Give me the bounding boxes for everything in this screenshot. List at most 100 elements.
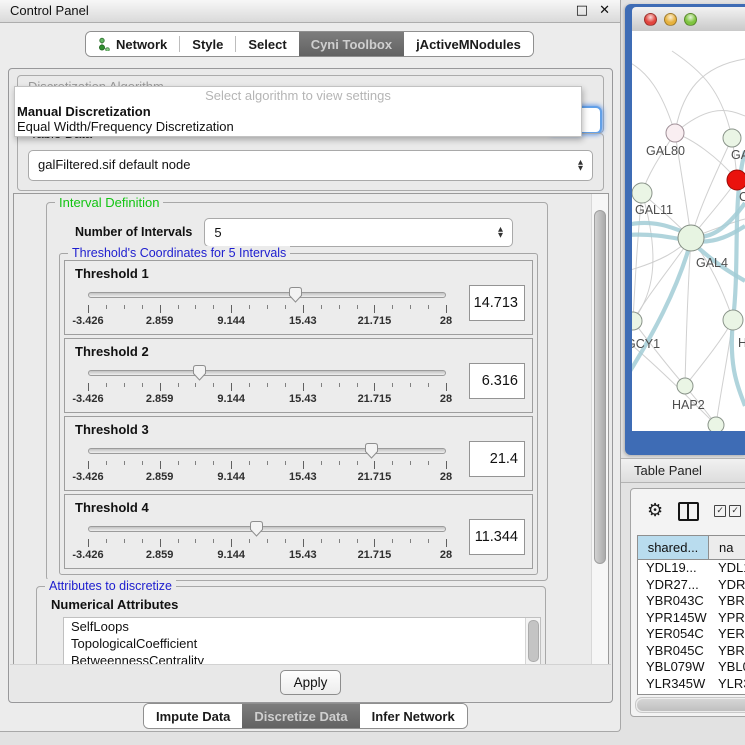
tick-mark xyxy=(321,383,322,387)
network-node-ga[interactable] xyxy=(723,129,741,147)
network-node-h[interactable] xyxy=(723,310,743,330)
tick-mark xyxy=(88,383,89,391)
tab-cyni-toolbox[interactable]: Cyni Toolbox xyxy=(299,32,404,56)
table-row[interactable]: YBR043CYBR0 xyxy=(638,593,745,610)
table-row[interactable]: YDL19...YDL1 xyxy=(638,560,745,577)
threshold-slider[interactable]: -3.4262.8599.14415.4321.71528 xyxy=(74,519,460,565)
attribute-item[interactable]: SelfLoops xyxy=(64,618,540,635)
network-edge xyxy=(672,51,732,138)
tick-label: 15.43 xyxy=(289,549,317,561)
tick-mark xyxy=(428,305,429,309)
checkbox-icon[interactable]: ✓ xyxy=(729,505,741,517)
thresholds-group-title: Threshold's Coordinates for 5 Intervals xyxy=(68,246,290,260)
columns-icon[interactable] xyxy=(678,502,699,521)
tick-mark xyxy=(285,305,286,309)
tick-mark xyxy=(446,461,447,469)
attributes-scrollbar[interactable] xyxy=(525,618,540,665)
table-hscrollbar-thumb[interactable] xyxy=(637,699,745,711)
network-node-hap2[interactable] xyxy=(677,378,693,394)
table-row[interactable]: YLR345WYLR3 xyxy=(638,676,745,693)
table-row[interactable]: YDR27...YDR2 xyxy=(638,577,745,594)
gear-icon[interactable]: ⚙ xyxy=(647,502,663,520)
tick-mark xyxy=(303,461,304,469)
network-canvas[interactable]: GAL80GACGAL11GAL4GCY1HHAP2 xyxy=(632,31,745,431)
network-node-gal11[interactable] xyxy=(632,183,652,203)
table-cell: YER054C xyxy=(638,626,708,643)
network-edge xyxy=(633,238,691,321)
tab-infer-network[interactable]: Infer Network xyxy=(360,704,467,728)
tab-discretize-data[interactable]: Discretize Data xyxy=(242,704,359,728)
attribute-item[interactable]: TopologicalCoefficient xyxy=(64,635,540,652)
table-column-header-shared[interactable]: shared... xyxy=(638,536,709,559)
network-node-gcy1[interactable] xyxy=(632,312,642,330)
network-node-gal4[interactable] xyxy=(678,225,704,251)
float-window-icon[interactable]: □ xyxy=(576,0,588,22)
tab-impute-data[interactable]: Impute Data xyxy=(144,704,242,728)
network-node-label: GAL4 xyxy=(696,256,728,270)
network-node[interactable] xyxy=(708,417,724,431)
network-node-c[interactable] xyxy=(727,170,745,190)
tab-network[interactable]: Network xyxy=(86,32,179,56)
number-of-intervals-combobox[interactable]: 5 ▲▼ xyxy=(204,218,513,247)
tick-mark xyxy=(267,383,268,387)
tick-mark xyxy=(249,461,250,465)
threshold-label: Threshold 4 xyxy=(75,500,149,515)
tick-mark xyxy=(285,461,286,465)
mac-zoom-button[interactable] xyxy=(684,13,697,26)
tick-mark xyxy=(410,383,411,387)
tick-mark xyxy=(249,305,250,309)
network-node-label: HAP2 xyxy=(672,398,705,412)
close-window-icon[interactable]: ✕ xyxy=(599,0,610,22)
top-tab-bar: NetworkStyleSelect Cyni Toolbox jActiveMNo… xyxy=(85,31,534,57)
threshold-value-field[interactable]: 14.713 xyxy=(469,285,525,321)
tab-jactivemnodules[interactable]: jActiveMNodules xyxy=(404,32,533,56)
tick-mark xyxy=(303,539,304,547)
threshold-label: Threshold 1 xyxy=(75,266,149,281)
numerical-attributes-label: Numerical Attributes xyxy=(51,597,178,612)
threshold-slider[interactable]: -3.4262.8599.14415.4321.71528 xyxy=(74,363,460,409)
table-horizontal-scrollbar[interactable] xyxy=(635,697,745,713)
threshold-slider[interactable]: -3.4262.8599.14415.4321.71528 xyxy=(74,441,460,487)
slider-thumb[interactable] xyxy=(364,442,379,459)
table-row[interactable]: YPR145WYPR1 xyxy=(638,610,745,627)
table-row[interactable]: YBR045CYBR0 xyxy=(638,643,745,660)
threshold-slider[interactable]: -3.4262.8599.14415.4321.71528 xyxy=(74,285,460,331)
numerical-attributes-list[interactable]: SelfLoopsTopologicalCoefficientBetweenne… xyxy=(63,617,541,665)
tick-label: -3.426 xyxy=(72,471,103,483)
tab-select[interactable]: Select xyxy=(236,32,298,56)
window-title: Control Panel xyxy=(0,0,89,22)
tab-style[interactable]: Style xyxy=(180,32,235,56)
slider-thumb[interactable] xyxy=(192,364,207,381)
attributes-group: Attributes to discretize Numerical Attri… xyxy=(36,586,546,665)
tick-mark xyxy=(321,539,322,543)
node-table[interactable]: shared...na YDL19...YDL1YDR27...YDR2YBR0… xyxy=(637,535,745,695)
table-data-combobox[interactable]: galFiltered.sif default node ▲▼ xyxy=(28,150,593,181)
tick-mark xyxy=(249,539,250,543)
table-row[interactable]: YIL052CYIL0 xyxy=(638,692,745,695)
attributes-scrollbar-thumb[interactable] xyxy=(528,620,539,662)
table-row[interactable]: YER054CYER0 xyxy=(638,626,745,643)
threshold-value-field[interactable]: 6.316 xyxy=(469,363,525,399)
tick-mark xyxy=(267,539,268,543)
network-node-gal80[interactable] xyxy=(666,124,684,142)
settings-scrollbar-thumb[interactable] xyxy=(594,210,606,564)
tick-mark xyxy=(142,461,143,465)
algorithm-option-manual-discretization[interactable]: Manual Discretization xyxy=(15,104,581,119)
interval-definition-group: Interval Definition Number of Intervals … xyxy=(46,202,548,581)
threshold-value-field[interactable]: 11.344 xyxy=(469,519,525,555)
table-column-header-na[interactable]: na xyxy=(709,536,745,559)
mac-minimize-button[interactable] xyxy=(664,13,677,26)
slider-thumb[interactable] xyxy=(288,286,303,303)
tab-label: Cyni Toolbox xyxy=(311,37,392,52)
mac-close-button[interactable] xyxy=(644,13,657,26)
tick-mark xyxy=(195,305,196,309)
settings-scrollbar[interactable] xyxy=(591,194,608,664)
network-graph[interactable]: GAL80GACGAL11GAL4GCY1HHAP2 xyxy=(632,31,745,431)
checkbox-icon[interactable]: ✓ xyxy=(714,505,726,517)
apply-button[interactable]: Apply xyxy=(280,670,342,695)
slider-thumb[interactable] xyxy=(249,520,264,537)
table-row[interactable]: YBL079WYBL0 xyxy=(638,659,745,676)
cyni-toolbox-panel: Discretization Algorithm Select algorith… xyxy=(8,68,613,703)
threshold-value-field[interactable]: 21.4 xyxy=(469,441,525,477)
algorithm-option-equal-width-frequency-discretization[interactable]: Equal Width/Frequency Discretization xyxy=(15,119,581,134)
